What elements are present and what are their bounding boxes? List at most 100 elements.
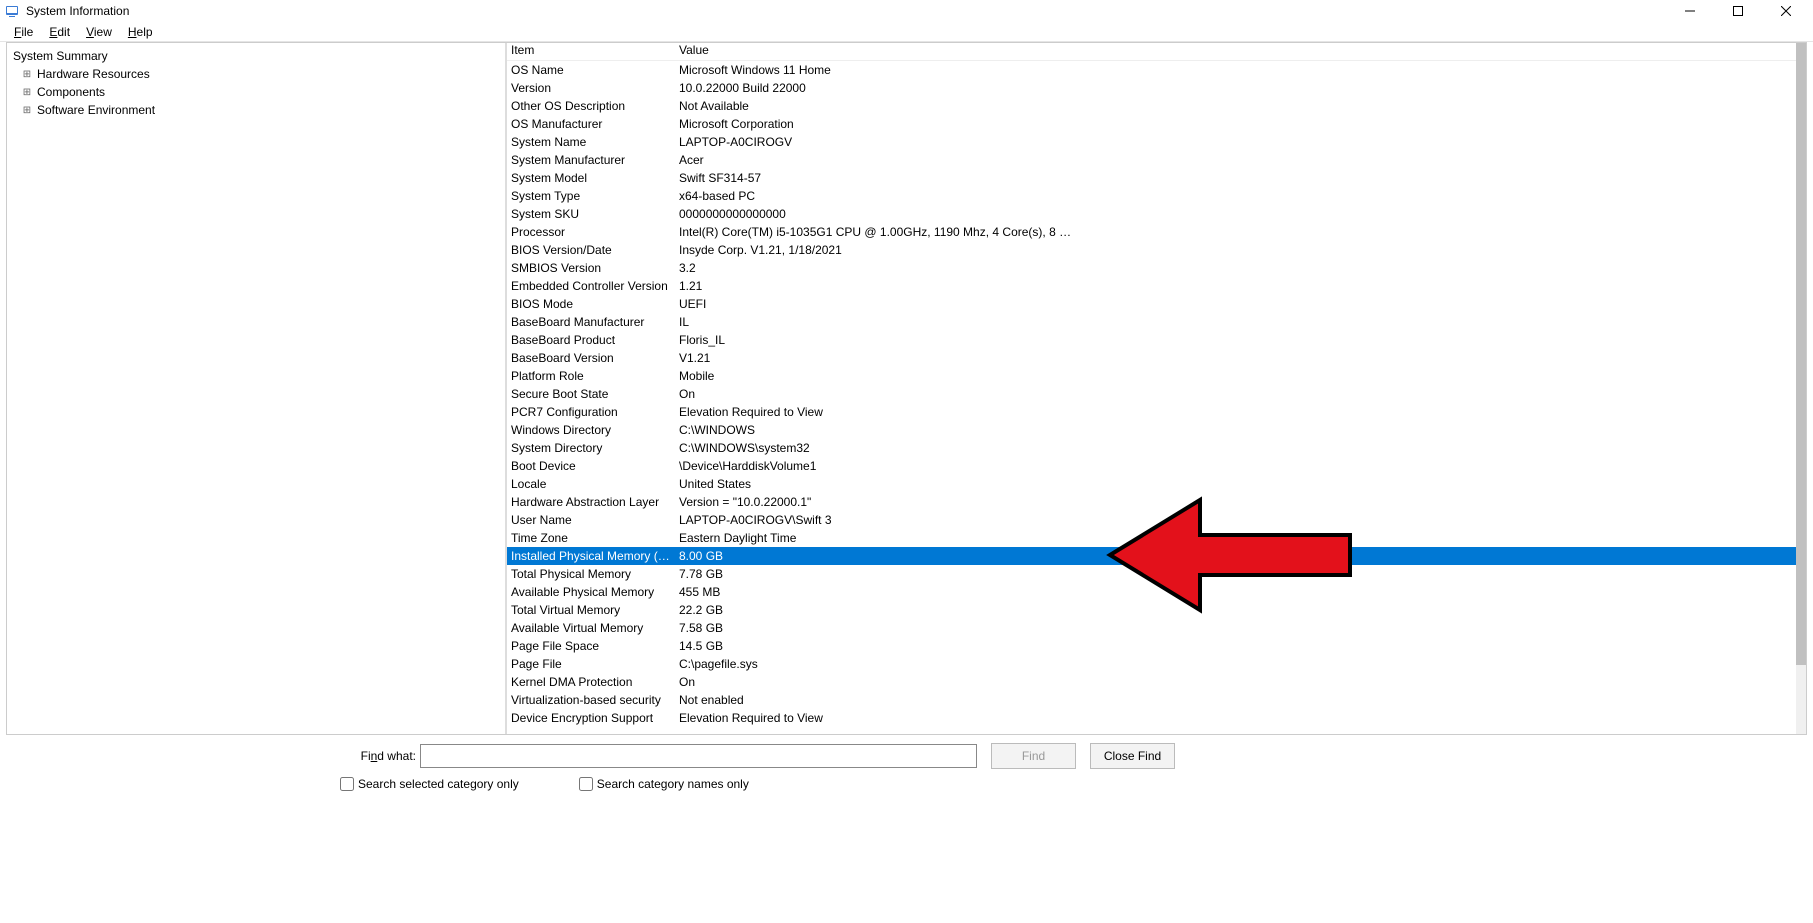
row-value: 10.0.22000 Build 22000 (675, 81, 1073, 95)
row-key: Version (507, 81, 675, 95)
tree-root[interactable]: System Summary (13, 47, 499, 65)
row-key: Virtualization-based security (507, 693, 675, 707)
maximize-button[interactable] (1715, 0, 1761, 22)
detail-pane: Item Value OS NameMicrosoft Windows 11 H… (507, 43, 1806, 734)
row-value: On (675, 675, 1073, 689)
column-item[interactable]: Item (507, 43, 675, 60)
row-value: Not Available (675, 99, 1073, 113)
detail-row[interactable]: Platform RoleMobile (507, 367, 1796, 385)
row-key: System Manufacturer (507, 153, 675, 167)
row-key: Hardware Abstraction Layer (507, 495, 675, 509)
row-value: 1.21 (675, 279, 1073, 293)
row-value: 8.00 GB (675, 549, 1073, 563)
detail-row[interactable]: System Typex64-based PC (507, 187, 1796, 205)
detail-row[interactable]: SMBIOS Version3.2 (507, 259, 1796, 277)
tree-child-components[interactable]: ⊞Components (13, 83, 499, 101)
menu-help[interactable]: Help (120, 25, 161, 39)
row-value: Intel(R) Core(TM) i5-1035G1 CPU @ 1.00GH… (675, 225, 1073, 239)
row-value: Not enabled (675, 693, 1073, 707)
row-value: Microsoft Windows 11 Home (675, 63, 1073, 77)
row-key: OS Manufacturer (507, 117, 675, 131)
close-button[interactable] (1763, 0, 1809, 22)
row-value: 0000000000000000 (675, 207, 1073, 221)
detail-row[interactable]: Page File Space14.5 GB (507, 637, 1796, 655)
detail-row[interactable]: Secure Boot StateOn (507, 385, 1796, 403)
detail-row[interactable]: Virtualization-based securityNot enabled (507, 691, 1796, 709)
detail-row[interactable]: Device Encryption SupportElevation Requi… (507, 709, 1796, 727)
row-key: Available Physical Memory (507, 585, 675, 599)
detail-row[interactable]: System ManufacturerAcer (507, 151, 1796, 169)
row-key: User Name (507, 513, 675, 527)
expand-icon[interactable]: ⊞ (21, 105, 33, 116)
detail-row[interactable]: BaseBoard VersionV1.21 (507, 349, 1796, 367)
row-value: Mobile (675, 369, 1073, 383)
menu-bar: File Edit View Help (0, 22, 1813, 42)
row-key: SMBIOS Version (507, 261, 675, 275)
row-key: System Directory (507, 441, 675, 455)
close-find-button[interactable]: Close Find (1090, 743, 1175, 769)
row-key: BaseBoard Product (507, 333, 675, 347)
row-key: Embedded Controller Version (507, 279, 675, 293)
menu-file[interactable]: File (6, 25, 41, 39)
detail-row[interactable]: System SKU0000000000000000 (507, 205, 1796, 223)
category-tree[interactable]: System Summary ⊞Hardware Resources ⊞Comp… (7, 43, 507, 734)
row-key: OS Name (507, 63, 675, 77)
expand-icon[interactable]: ⊞ (21, 87, 33, 98)
row-key: BIOS Mode (507, 297, 675, 311)
row-key: Windows Directory (507, 423, 675, 437)
detail-row[interactable]: Version10.0.22000 Build 22000 (507, 79, 1796, 97)
detail-row[interactable]: Page FileC:\pagefile.sys (507, 655, 1796, 673)
vertical-scrollbar[interactable] (1796, 43, 1806, 734)
row-key: BaseBoard Version (507, 351, 675, 365)
menu-view[interactable]: View (78, 25, 120, 39)
row-key: Kernel DMA Protection (507, 675, 675, 689)
row-value: 3.2 (675, 261, 1073, 275)
row-value: On (675, 387, 1073, 401)
find-input[interactable] (420, 744, 977, 768)
row-key: Installed Physical Memory (RAM) (507, 549, 675, 563)
detail-row[interactable]: System DirectoryC:\WINDOWS\system32 (507, 439, 1796, 457)
app-icon (4, 3, 20, 19)
detail-row[interactable]: Boot Device\Device\HarddiskVolume1 (507, 457, 1796, 475)
detail-row[interactable]: Embedded Controller Version1.21 (507, 277, 1796, 295)
row-value: C:\WINDOWS\system32 (675, 441, 1073, 455)
detail-row[interactable]: ProcessorIntel(R) Core(TM) i5-1035G1 CPU… (507, 223, 1796, 241)
row-key: Available Virtual Memory (507, 621, 675, 635)
detail-row[interactable]: Windows DirectoryC:\WINDOWS (507, 421, 1796, 439)
detail-row[interactable]: PCR7 ConfigurationElevation Required to … (507, 403, 1796, 421)
expand-icon[interactable]: ⊞ (21, 69, 33, 80)
search-category-names-checkbox[interactable]: Search category names only (579, 777, 749, 791)
row-key: Locale (507, 477, 675, 491)
row-key: BaseBoard Manufacturer (507, 315, 675, 329)
row-key: PCR7 Configuration (507, 405, 675, 419)
detail-row[interactable]: BIOS ModeUEFI (507, 295, 1796, 313)
detail-row[interactable]: OS ManufacturerMicrosoft Corporation (507, 115, 1796, 133)
row-key: BIOS Version/Date (507, 243, 675, 257)
row-value: Insyde Corp. V1.21, 1/18/2021 (675, 243, 1073, 257)
find-button[interactable]: Find (991, 743, 1076, 769)
detail-row[interactable]: Other OS DescriptionNot Available (507, 97, 1796, 115)
detail-body[interactable]: OS NameMicrosoft Windows 11 HomeVersion1… (507, 61, 1796, 734)
detail-row[interactable]: BaseBoard ProductFloris_IL (507, 331, 1796, 349)
tree-child-software[interactable]: ⊞Software Environment (13, 101, 499, 119)
row-value: LAPTOP-A0CIROGV (675, 135, 1073, 149)
content-area: System Summary ⊞Hardware Resources ⊞Comp… (6, 42, 1807, 735)
find-panel: Find what: Find Close Find Search select… (0, 735, 1813, 803)
row-value: 7.78 GB (675, 567, 1073, 581)
detail-row[interactable]: Kernel DMA ProtectionOn (507, 673, 1796, 691)
row-value: 22.2 GB (675, 603, 1073, 617)
detail-row[interactable]: BIOS Version/DateInsyde Corp. V1.21, 1/1… (507, 241, 1796, 259)
scrollbar-thumb[interactable] (1796, 43, 1806, 665)
column-value[interactable]: Value (675, 43, 1073, 60)
row-value: Elevation Required to View (675, 405, 1073, 419)
row-value: C:\WINDOWS (675, 423, 1073, 437)
search-selected-checkbox[interactable]: Search selected category only (340, 777, 519, 791)
detail-row[interactable]: BaseBoard ManufacturerIL (507, 313, 1796, 331)
detail-row[interactable]: System ModelSwift SF314-57 (507, 169, 1796, 187)
menu-edit[interactable]: Edit (41, 25, 78, 39)
tree-child-hardware[interactable]: ⊞Hardware Resources (13, 65, 499, 83)
detail-row[interactable]: OS NameMicrosoft Windows 11 Home (507, 61, 1796, 79)
detail-row[interactable]: System NameLAPTOP-A0CIROGV (507, 133, 1796, 151)
minimize-button[interactable] (1667, 0, 1713, 22)
row-key: Device Encryption Support (507, 711, 675, 725)
